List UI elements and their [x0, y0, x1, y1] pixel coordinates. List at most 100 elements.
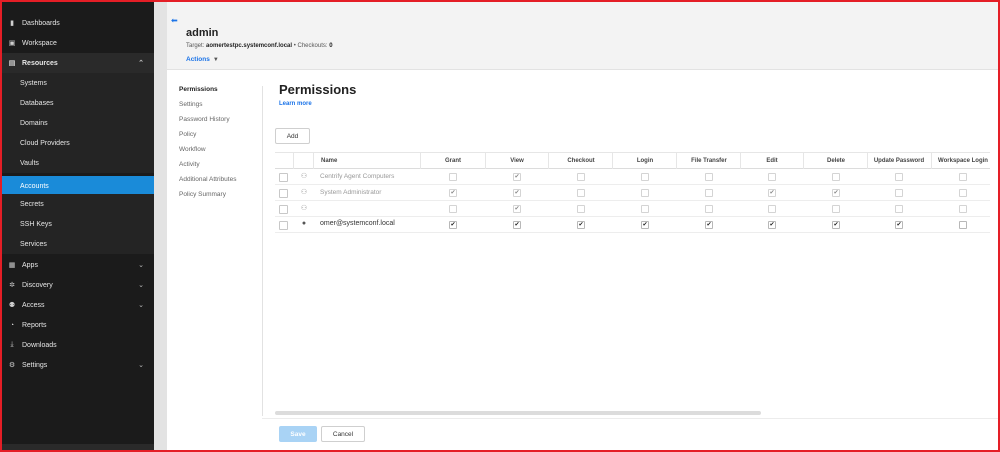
column-header-view[interactable]: View: [510, 158, 524, 164]
sidebar-item-ssh-keys[interactable]: SSH Keys: [2, 214, 154, 234]
sidebar-item-services[interactable]: Services: [2, 234, 154, 254]
sidebar-gutter: [154, 2, 167, 450]
permission-checkbox-update-password[interactable]: [895, 173, 903, 181]
footer-divider: [262, 418, 998, 419]
permission-checkbox-grant[interactable]: [449, 205, 457, 213]
permission-checkbox-file-transfer[interactable]: [705, 189, 713, 197]
column-header-workspace-login[interactable]: Workspace Login: [938, 158, 988, 164]
permission-checkbox-edit[interactable]: ✔: [768, 221, 776, 229]
column-header-grant[interactable]: Grant: [445, 158, 461, 164]
permission-checkbox-view[interactable]: ✔: [513, 221, 521, 229]
permission-checkbox-workspace-login[interactable]: [959, 173, 967, 181]
save-button[interactable]: Save: [279, 426, 317, 442]
sidebar-item-access[interactable]: ⚉ Access ⌄: [2, 295, 154, 315]
resources-icon: ▤: [8, 60, 16, 67]
permission-checkbox-delete[interactable]: ✔: [832, 221, 840, 229]
row-select-checkbox[interactable]: [279, 221, 288, 230]
permission-checkbox-workspace-login[interactable]: [959, 205, 967, 213]
permission-checkbox-workspace-login[interactable]: [959, 189, 967, 197]
group-icon: ⚇: [300, 205, 308, 212]
permission-checkbox-grant[interactable]: [449, 173, 457, 181]
permission-checkbox-checkout[interactable]: ✔: [577, 221, 585, 229]
sidebar-item-vaults[interactable]: Vaults: [2, 153, 154, 173]
section-nav-workflow[interactable]: Workflow: [179, 146, 206, 153]
column-divider: [313, 153, 314, 169]
column-header-delete[interactable]: Delete: [827, 158, 845, 164]
sidebar-item-settings[interactable]: ⚙ Settings ⌄: [2, 355, 154, 375]
permission-checkbox-update-password[interactable]: ✔: [895, 221, 903, 229]
permission-checkbox-file-transfer[interactable]: [705, 205, 713, 213]
permission-checkbox-login[interactable]: [641, 189, 649, 197]
permission-checkbox-login[interactable]: ✔: [641, 221, 649, 229]
sidebar-item-label: Dashboards: [22, 19, 60, 27]
back-arrow-icon[interactable]: ⬅: [171, 16, 178, 25]
section-nav-password-history[interactable]: Password History: [179, 116, 230, 123]
permission-checkbox-edit[interactable]: [768, 205, 776, 213]
row-name: System Administrator: [320, 189, 382, 196]
permission-checkbox-login[interactable]: [641, 173, 649, 181]
sidebar-item-resources[interactable]: ▤ Resources ⌃: [2, 53, 154, 73]
permission-checkbox-edit[interactable]: [768, 173, 776, 181]
discovery-icon: ✲: [9, 282, 15, 289]
section-nav-policy-summary[interactable]: Policy Summary: [179, 191, 226, 198]
section-nav-policy[interactable]: Policy: [179, 131, 196, 138]
sidebar-item-domains[interactable]: Domains: [2, 113, 154, 133]
permission-checkbox-delete[interactable]: ✔: [832, 189, 840, 197]
section-nav-permissions[interactable]: Permissions: [179, 86, 218, 93]
sidebar-item-databases[interactable]: Databases: [2, 93, 154, 113]
column-header-edit[interactable]: Edit: [766, 158, 777, 164]
apps-icon: ▦: [8, 262, 16, 269]
column-header-update-password[interactable]: Update Password: [874, 158, 924, 164]
sidebar-item-discovery[interactable]: ✲ Discovery ⌄: [2, 275, 154, 295]
permission-checkbox-delete[interactable]: [832, 205, 840, 213]
sidebar-item-workspace[interactable]: ▣ Workspace: [2, 33, 154, 53]
permission-checkbox-login[interactable]: [641, 205, 649, 213]
permission-checkbox-delete[interactable]: [832, 173, 840, 181]
permission-checkbox-checkout[interactable]: [577, 205, 585, 213]
permission-checkbox-update-password[interactable]: [895, 189, 903, 197]
row-select-checkbox[interactable]: [279, 189, 288, 198]
column-header-file-transfer[interactable]: File Transfer: [691, 158, 727, 164]
row-select-checkbox[interactable]: [279, 205, 288, 214]
permission-checkbox-view[interactable]: ✔: [513, 205, 521, 213]
cancel-button[interactable]: Cancel: [321, 426, 365, 442]
permission-checkbox-grant[interactable]: ✔: [449, 189, 457, 197]
permission-checkbox-file-transfer[interactable]: ✔: [705, 221, 713, 229]
row-select-checkbox[interactable]: [279, 173, 288, 182]
permission-checkbox-update-password[interactable]: [895, 205, 903, 213]
user-icon: ●: [301, 220, 307, 227]
sidebar-item-apps[interactable]: ▦ Apps ⌄: [2, 255, 154, 275]
permission-checkbox-view[interactable]: ✔: [513, 189, 521, 197]
sidebar-item-cloud-providers[interactable]: Cloud Providers: [2, 133, 154, 153]
permission-checkbox-edit[interactable]: ✔: [768, 189, 776, 197]
column-divider: [867, 153, 868, 169]
section-nav-activity[interactable]: Activity: [179, 161, 200, 168]
permission-checkbox-view[interactable]: ✔: [513, 173, 521, 181]
sidebar-item-reports[interactable]: ◔ Reports: [2, 315, 154, 335]
permission-checkbox-grant[interactable]: ✔: [449, 221, 457, 229]
sidebar-item-downloads[interactable]: ⤓ Downloads: [2, 335, 154, 355]
sidebar-item-accounts[interactable]: Accounts: [2, 176, 154, 196]
sidebar-item-dashboards[interactable]: ▮ Dashboards: [2, 13, 154, 33]
actions-dropdown[interactable]: Actions ▼: [186, 56, 219, 63]
column-header-name[interactable]: Name: [321, 158, 337, 164]
column-divider: [548, 153, 549, 169]
permission-checkbox-checkout[interactable]: [577, 189, 585, 197]
permission-checkbox-checkout[interactable]: [577, 173, 585, 181]
column-header-checkout[interactable]: Checkout: [567, 158, 594, 164]
permission-checkbox-file-transfer[interactable]: [705, 173, 713, 181]
horizontal-scrollbar[interactable]: [275, 411, 761, 415]
sidebar-item-systems[interactable]: Systems: [2, 73, 154, 93]
sidebar-item-label: Databases: [20, 99, 54, 107]
section-nav-settings[interactable]: Settings: [179, 101, 203, 108]
learn-more-link[interactable]: Learn more: [279, 101, 312, 107]
page-title: admin: [186, 27, 219, 39]
permission-checkbox-workspace-login[interactable]: [959, 221, 967, 229]
sidebar-item-label: Discovery: [22, 281, 53, 289]
add-button[interactable]: Add: [275, 128, 310, 144]
group-icon: ⚇: [300, 173, 308, 180]
sidebar-item-secrets[interactable]: Secrets: [2, 194, 154, 214]
column-header-login[interactable]: Login: [637, 158, 653, 164]
section-nav-additional-attributes[interactable]: Additional Attributes: [179, 176, 236, 183]
workspace-icon: ▣: [8, 40, 16, 47]
